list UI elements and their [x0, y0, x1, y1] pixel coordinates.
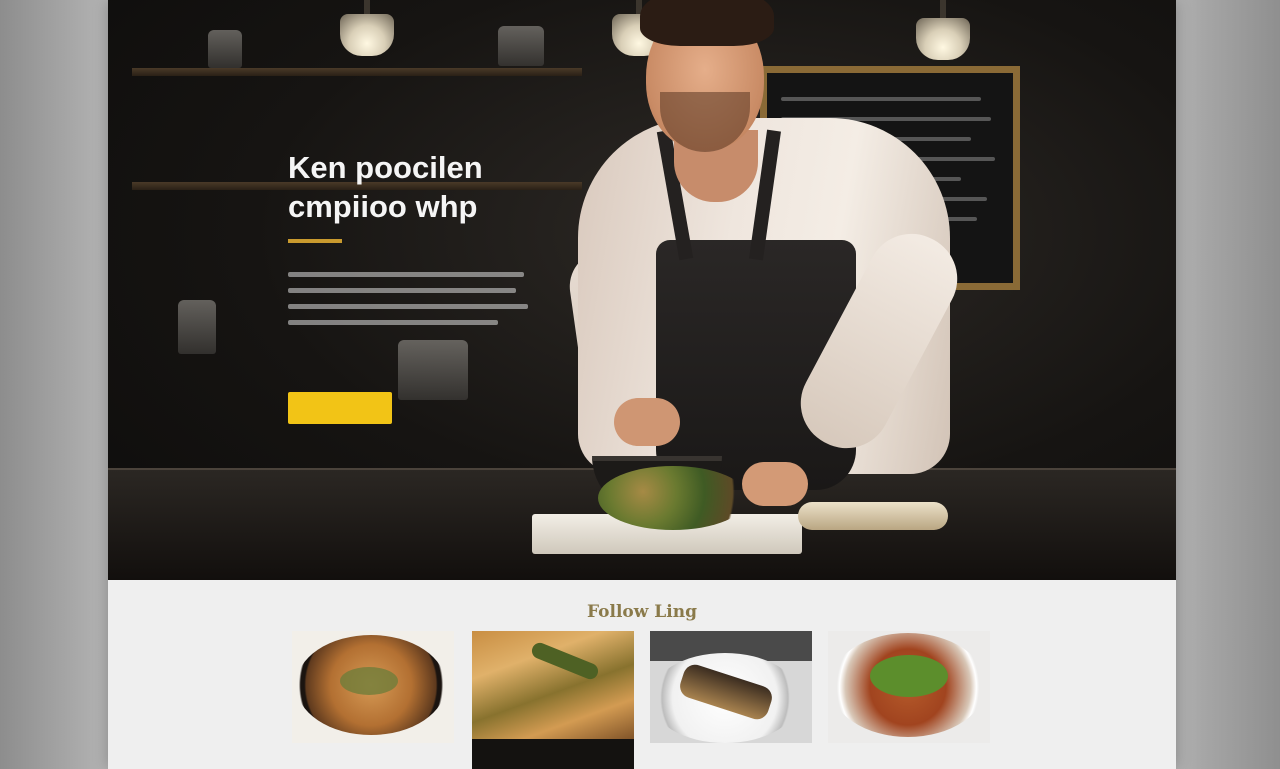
- wooden-board: [798, 502, 948, 530]
- hero-title-line: cmpiioo whp: [288, 189, 478, 224]
- garnish: [340, 667, 398, 695]
- gallery-thumbnail[interactable]: [472, 631, 634, 769]
- chef-hand: [614, 398, 680, 446]
- gallery-thumbnail[interactable]: [292, 631, 454, 743]
- food-dish: [598, 466, 748, 530]
- pot: [398, 340, 468, 400]
- pendant-lamp-icon: [916, 0, 970, 60]
- pendant-lamp-icon: [340, 0, 394, 56]
- hero-section: Ken poocilen cmpiioo whp: [108, 0, 1176, 580]
- follow-title: Follow Ling: [587, 602, 697, 622]
- webpage-mockup: Ken poocilen cmpiioo whp Follow Ling: [108, 0, 1176, 769]
- thumbnail-shadow: [472, 739, 634, 769]
- jar: [498, 26, 544, 66]
- chef-hair: [640, 0, 774, 46]
- gallery-thumbnail[interactable]: [650, 631, 812, 743]
- title-underline: [288, 239, 342, 243]
- jar: [178, 300, 216, 354]
- hero-placeholder-text: [288, 272, 528, 336]
- gallery-thumbnail[interactable]: [828, 631, 990, 743]
- hero-title-line: Ken poocilen: [288, 150, 483, 185]
- hero-title: Ken poocilen cmpiioo whp: [288, 148, 588, 226]
- shelf: [132, 68, 582, 76]
- garnish: [870, 655, 948, 697]
- photo-gallery: [292, 631, 992, 769]
- follow-section: Follow Ling: [108, 580, 1176, 769]
- hero-cta-button[interactable]: [288, 392, 392, 424]
- chef-hand: [742, 462, 808, 506]
- jar: [208, 30, 242, 68]
